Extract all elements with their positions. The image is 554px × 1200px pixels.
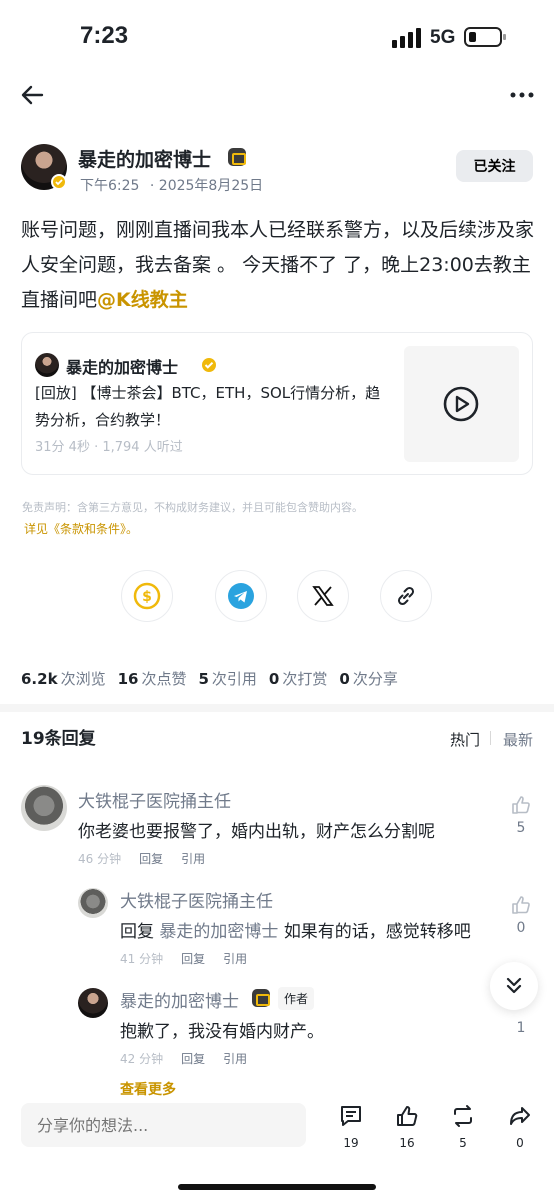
- post-meta: 下午6:25 · 2025年8月25日: [80, 175, 263, 195]
- quote-button[interactable]: 引用: [181, 850, 205, 867]
- copy-link-button[interactable]: [380, 570, 432, 622]
- thumbs-up-icon[interactable]: [511, 895, 531, 915]
- comment-count: 19: [343, 1136, 359, 1150]
- sort-separator: [490, 731, 491, 745]
- repost-action[interactable]: 5: [443, 1104, 483, 1150]
- comment-author[interactable]: 大铁棍子医院捅主任: [78, 787, 231, 812]
- author-name[interactable]: 暴走的加密博士: [78, 145, 211, 172]
- signal-icon: [392, 28, 421, 48]
- sort-latest-tab[interactable]: 最新: [503, 729, 533, 750]
- stat-tips: 0 次打赏: [268, 670, 328, 688]
- verified-icon: [51, 174, 67, 190]
- card-thumbnail: [404, 346, 519, 462]
- commenter-avatar[interactable]: [78, 988, 108, 1018]
- like-count: 5: [516, 820, 526, 836]
- replies-title: 19条回复: [21, 729, 96, 749]
- author-tag: 作者: [278, 987, 315, 1010]
- share-x-button[interactable]: [297, 570, 349, 622]
- post-stats: 6.2k 次浏览 16 次点赞 5 次引用 0 次打赏 0 次分享: [21, 668, 398, 689]
- comment-author[interactable]: 大铁棍子医院捅主任: [120, 887, 273, 912]
- comment-meta: 42 分钟 回复 引用: [120, 1050, 247, 1067]
- card-host-name: 暴走的加密博士: [66, 358, 179, 377]
- home-indicator: [178, 1184, 376, 1190]
- card-title: [回放] 【博士茶会】BTC，ETH，SOL行情分析，趋势分析，合约教学！: [35, 384, 381, 429]
- repost-count: 5: [459, 1136, 467, 1150]
- like-count: 0: [516, 920, 526, 936]
- card-meta: 31分 4秒 · 1,794 人听过: [35, 440, 183, 455]
- comment-meta: 41 分钟 回复 引用: [120, 950, 247, 967]
- telegram-icon: [228, 583, 254, 609]
- comment-time: 42 分钟: [120, 1052, 164, 1066]
- post-date: · 2025年8月25日: [149, 178, 264, 194]
- tip-coin-icon: $: [133, 582, 161, 610]
- reply-button[interactable]: 回复: [139, 850, 163, 867]
- stat-quotes: 5 次引用: [198, 670, 257, 688]
- commenter-avatar[interactable]: [78, 888, 108, 918]
- reply-prefix: 回复: [120, 922, 154, 942]
- tip-button[interactable]: $: [121, 570, 173, 622]
- share-count: 0: [516, 1136, 524, 1150]
- live-badge-icon: [228, 148, 246, 166]
- network-label: 5G: [430, 27, 456, 48]
- comment-action[interactable]: 19: [331, 1104, 371, 1150]
- quote-button[interactable]: 引用: [223, 950, 247, 967]
- status-time: 7:23: [80, 22, 129, 49]
- live-badge-icon: [252, 989, 270, 1007]
- reply-composer-input[interactable]: [21, 1103, 306, 1147]
- reply-button[interactable]: 回复: [181, 1050, 205, 1067]
- comment-meta: 46 分钟 回复 引用: [78, 850, 205, 867]
- thumbs-up-icon[interactable]: [511, 795, 531, 815]
- share-icon: [510, 1107, 530, 1125]
- thumbs-up-icon: [397, 1106, 418, 1126]
- follow-button[interactable]: 已关注: [456, 150, 533, 182]
- reply-to-user[interactable]: 暴走的加密博士: [159, 922, 278, 942]
- like-count: 16: [399, 1136, 415, 1150]
- share-telegram-button[interactable]: [215, 570, 267, 622]
- comment-time: 46 分钟: [78, 852, 122, 866]
- comment-text: 如果有的话，感觉转移吧: [283, 922, 471, 942]
- comment-text: 你老婆也要报警了，婚内出轨，财产怎么分割呢: [78, 822, 435, 842]
- card-host-avatar: [35, 353, 59, 377]
- commenter-avatar[interactable]: [21, 785, 67, 831]
- like-action[interactable]: 16: [387, 1104, 427, 1150]
- stat-shares: 0 次分享: [339, 670, 398, 688]
- comment-author[interactable]: 暴走的加密博士: [120, 987, 239, 1012]
- link-icon: [397, 586, 415, 606]
- mention-link[interactable]: @K线教主: [97, 289, 188, 311]
- svg-text:$: $: [142, 589, 152, 605]
- sort-hot-tab[interactable]: 热门: [450, 729, 480, 750]
- comment-icon: [341, 1106, 361, 1126]
- verified-icon: [200, 356, 218, 374]
- play-icon[interactable]: [443, 386, 479, 422]
- stat-likes: 16 次点赞: [117, 670, 187, 688]
- disclaimer-text: 免责声明：含第三方意见，不构成财务建议，并且可能包含赞助内容。: [22, 501, 363, 514]
- battery-icon: [464, 27, 506, 47]
- comment-text: 抱歉了，我没有婚内财产。: [120, 1022, 324, 1042]
- back-arrow-icon[interactable]: [20, 82, 46, 108]
- post-body: 账号问题，刚刚直播间我本人已经联系警方，以及后续涉及家人安全问题，我去备案 。 …: [21, 213, 541, 318]
- comment-time: 41 分钟: [120, 952, 164, 966]
- comment-text-row: 回复 暴走的加密博士 如果有的话，感觉转移吧: [120, 917, 471, 942]
- stat-views: 6.2k 次浏览: [21, 670, 106, 688]
- double-chevron-down-icon: [506, 977, 522, 994]
- repost-icon: [454, 1105, 472, 1127]
- post-time: 下午6:25: [80, 178, 140, 194]
- share-action[interactable]: 0: [500, 1104, 540, 1150]
- section-divider: [0, 704, 554, 712]
- see-more-link[interactable]: 查看更多: [120, 1079, 176, 1099]
- more-options-icon[interactable]: [510, 86, 534, 104]
- terms-link[interactable]: 详见《条款和条件》。: [24, 520, 138, 537]
- scroll-down-button[interactable]: [490, 962, 538, 1010]
- reply-button[interactable]: 回复: [181, 950, 205, 967]
- quote-button[interactable]: 引用: [223, 1050, 247, 1067]
- like-count: 1: [516, 1020, 526, 1036]
- x-icon: [312, 586, 334, 606]
